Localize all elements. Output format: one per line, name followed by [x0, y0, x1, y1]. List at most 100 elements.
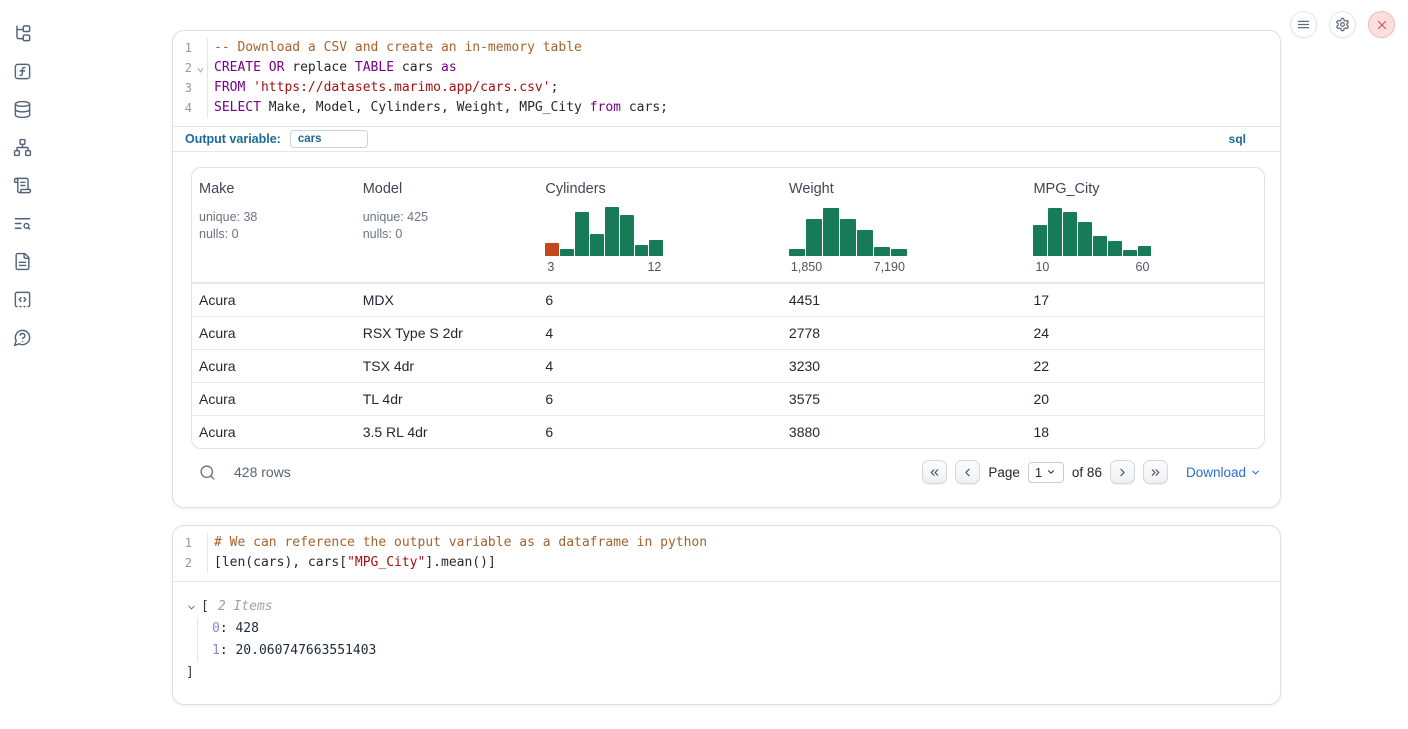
settings-button[interactable]: [1329, 11, 1356, 38]
list-entries: 0: 428 1: 20.060747663551403: [197, 618, 1280, 662]
histogram-bar: [857, 230, 873, 256]
sql-cell-output: Make unique: 38 nulls: 0 Model unique: 4…: [173, 152, 1280, 507]
histogram-bar: [620, 215, 634, 256]
function-square-icon[interactable]: [11, 60, 33, 82]
histogram-bar: [545, 243, 559, 256]
document-icon[interactable]: [11, 250, 33, 272]
page-select[interactable]: 1: [1028, 462, 1064, 483]
python-cell-output: [ 2 Items 0: 428 1: 20.060747663551403 ]: [173, 581, 1280, 704]
dependency-graph-icon[interactable]: [11, 136, 33, 158]
chevron-down-icon: [1250, 467, 1261, 478]
previous-page-button[interactable]: [955, 460, 980, 484]
line-number: 1: [173, 533, 194, 553]
fold-chevron-icon[interactable]: ⌄: [194, 58, 207, 78]
mpg-city-histogram: 10 60: [1033, 204, 1151, 274]
code-text: SELECT Make, Model, Cylinders, Weight, M…: [208, 98, 668, 118]
notebook-main: 1 -- Download a CSV and create an in-mem…: [172, 30, 1281, 705]
page-total-label: of 86: [1072, 465, 1102, 480]
chevron-left-icon: [961, 466, 974, 479]
help-chat-icon[interactable]: [11, 326, 33, 348]
sql-cell: 1 -- Download a CSV and create an in-mem…: [172, 30, 1281, 508]
list-output-header: [ 2 Items: [173, 596, 1280, 618]
code-line: 4 SELECT Make, Model, Cylinders, Weight,…: [173, 98, 1280, 118]
column-stats: unique: 425 nulls: 0: [363, 209, 539, 242]
histogram-bar: [1123, 250, 1137, 256]
histogram-bar: [560, 249, 574, 256]
gear-icon: [1335, 17, 1350, 32]
table-row: Acura TL 4dr 6 3575 20: [192, 382, 1264, 415]
line-number: 3: [173, 78, 194, 98]
data-table: Make unique: 38 nulls: 0 Model unique: 4…: [191, 167, 1265, 449]
output-variable-bar: Output variable: sql: [173, 126, 1280, 152]
histogram-bar: [840, 219, 856, 256]
histogram-bar: [1078, 222, 1092, 256]
column-stats: unique: 38 nulls: 0: [199, 209, 356, 242]
column-header-cylinders[interactable]: Cylinders 3 12: [538, 181, 782, 274]
top-right-controls: [1290, 11, 1395, 38]
pagination: Page 1 of 86 Download: [922, 460, 1261, 484]
histogram-bar: [874, 247, 890, 256]
first-page-button[interactable]: [922, 460, 947, 484]
snippets-code-icon[interactable]: [11, 288, 33, 310]
output-variable-label: Output variable:: [185, 132, 281, 146]
column-header-mpg-city[interactable]: MPG_City 10 60: [1026, 181, 1264, 274]
table-row: Acura TSX 4dr 4 3230 22: [192, 349, 1264, 382]
cylinders-histogram: 3 12: [545, 204, 663, 274]
code-text: # We can reference the output variable a…: [208, 533, 707, 553]
search-icon[interactable]: [199, 464, 216, 481]
table-row: Acura MDX 6 4451 17: [192, 283, 1264, 316]
histogram-bar: [605, 207, 619, 256]
code-text: FROM 'https://datasets.marimo.app/cars.c…: [208, 78, 558, 98]
page-label: Page: [988, 465, 1020, 480]
code-text: -- Download a CSV and create an in-memor…: [208, 38, 582, 58]
histogram-bar: [1108, 241, 1122, 256]
code-text: [len(cars), cars["MPG_City"].mean()]: [208, 553, 496, 573]
menu-icon: [1296, 17, 1311, 32]
histogram-axis: 3 12: [545, 260, 663, 274]
list-entry: 1: 20.060747663551403: [212, 640, 1280, 662]
code-line: 1 # We can reference the output variable…: [173, 533, 1280, 553]
line-number: 2: [173, 553, 194, 573]
shutdown-button[interactable]: [1368, 11, 1395, 38]
histogram-bar: [590, 234, 604, 256]
chevron-down-icon: [1046, 467, 1056, 477]
download-button[interactable]: Download: [1186, 465, 1261, 480]
histogram-bar: [891, 249, 907, 256]
collapse-chevron-icon[interactable]: [186, 602, 197, 613]
next-page-button[interactable]: [1110, 460, 1135, 484]
column-header-make[interactable]: Make unique: 38 nulls: 0: [192, 181, 356, 274]
histogram-bar: [649, 240, 663, 256]
histogram-bar: [1093, 236, 1107, 256]
table-row: Acura 3.5 RL 4dr 6 3880 18: [192, 415, 1264, 448]
text-search-icon[interactable]: [11, 212, 33, 234]
last-page-button[interactable]: [1143, 460, 1168, 484]
line-number: 2: [173, 58, 194, 78]
code-line: 3 FROM 'https://datasets.marimo.app/cars…: [173, 78, 1280, 98]
column-header-weight[interactable]: Weight 1,850 7,190: [782, 181, 1027, 274]
column-header-model[interactable]: Model unique: 425 nulls: 0: [356, 181, 539, 274]
histogram-bar: [1033, 225, 1047, 256]
code-line: 1 -- Download a CSV and create an in-mem…: [173, 38, 1280, 58]
left-panel-sidebar: [0, 0, 44, 729]
close-bracket: ]: [173, 662, 1280, 684]
chevrons-right-icon: [1149, 466, 1162, 479]
python-code-editor[interactable]: 1 # We can reference the output variable…: [173, 526, 1280, 581]
chevrons-left-icon: [928, 466, 941, 479]
histogram-bar: [575, 212, 589, 256]
weight-histogram: 1,850 7,190: [789, 204, 907, 274]
file-tree-icon[interactable]: [11, 22, 33, 44]
histogram-bar: [789, 249, 805, 256]
row-count: 428 rows: [234, 464, 291, 480]
sql-code-editor[interactable]: 1 -- Download a CSV and create an in-mem…: [173, 31, 1280, 126]
scroll-logs-icon[interactable]: [11, 174, 33, 196]
shutdown-x-icon: [1375, 18, 1389, 32]
histogram-bar: [1048, 208, 1062, 256]
output-variable-input[interactable]: [290, 130, 368, 148]
histogram-bar: [806, 219, 822, 256]
list-entry: 0: 428: [212, 618, 1280, 640]
table-header-row: Make unique: 38 nulls: 0 Model unique: 4…: [192, 168, 1264, 283]
database-icon[interactable]: [11, 98, 33, 120]
python-cell: 1 # We can reference the output variable…: [172, 525, 1281, 705]
menu-button[interactable]: [1290, 11, 1317, 38]
histogram-bar: [1063, 212, 1077, 256]
